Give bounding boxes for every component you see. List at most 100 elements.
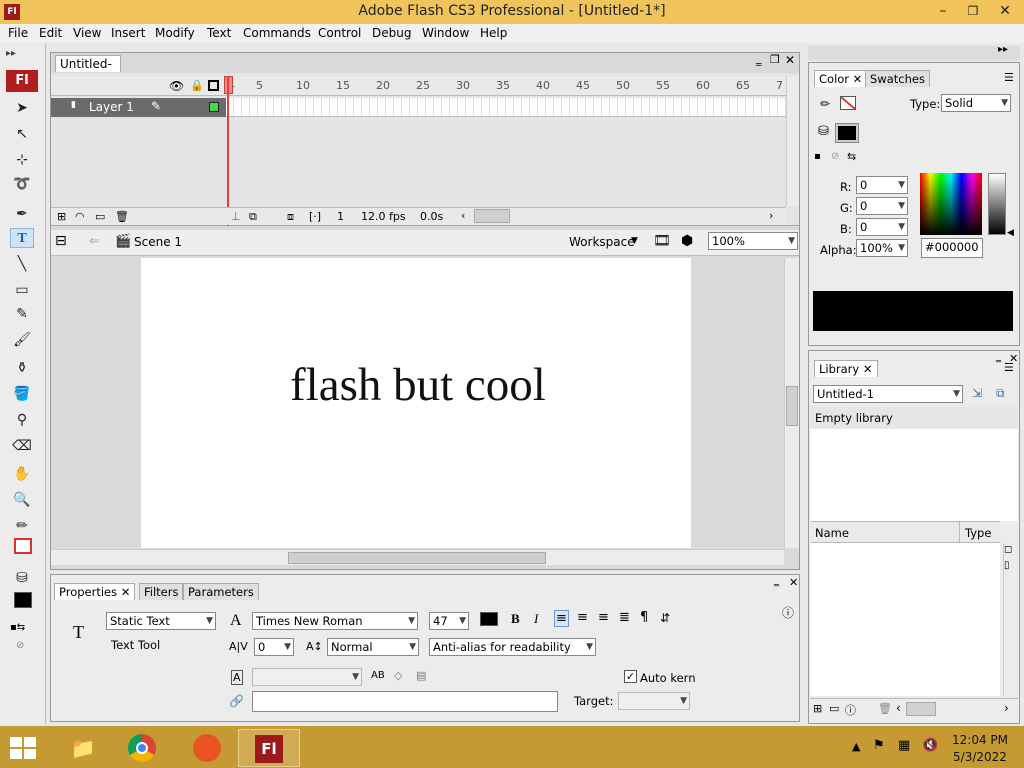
menu-file[interactable]: File <box>8 26 28 40</box>
stage-text-field[interactable]: flash but cool <box>290 358 546 412</box>
lib-scroll-left-icon[interactable]: ‹ <box>896 701 901 715</box>
doc-restore-icon[interactable]: ❐ <box>770 53 780 66</box>
paint-bucket-tool-icon[interactable]: 🪣 <box>10 384 34 404</box>
red-input[interactable]: 0 ▼ <box>856 176 908 194</box>
lock-icon[interactable]: 🔒 <box>190 79 204 92</box>
italic-button[interactable]: I <box>534 611 538 627</box>
close-button[interactable]: ✕ <box>990 0 1020 22</box>
document-tab[interactable]: Untitled-1* <box>55 55 121 87</box>
align-center-button[interactable]: ≡ <box>577 610 588 625</box>
frames-row[interactable] <box>226 98 786 117</box>
props-minimize-icon[interactable]: ‗ <box>774 576 779 587</box>
delete-icon[interactable]: 🗑 <box>878 702 892 715</box>
menu-commands[interactable]: Commands <box>243 26 311 40</box>
timeline-toggle-icon[interactable]: ⊟ <box>55 233 67 249</box>
free-transform-tool-icon[interactable]: ⊹ <box>10 150 34 170</box>
properties-icon[interactable]: ⓘ <box>845 702 856 718</box>
font-size-input[interactable]: 47 ▼ <box>429 612 469 630</box>
target-select[interactable]: ▼ <box>618 692 690 710</box>
name-column[interactable]: Name <box>815 526 849 540</box>
layer-name[interactable]: Layer 1 <box>89 100 134 114</box>
narrow-view-icon[interactable]: ▯ <box>1004 560 1010 571</box>
color-type-select[interactable]: Solid ▼ <box>941 94 1011 112</box>
text-type-select[interactable]: Static Text ▼ <box>106 612 216 630</box>
menu-help[interactable]: Help <box>480 26 507 40</box>
lib-hscroll-thumb[interactable] <box>906 702 936 716</box>
align-left-button[interactable]: ≡ <box>554 610 569 627</box>
layer-row[interactable]: ▮ Layer 1 ✎ <box>51 98 226 117</box>
props-close-icon[interactable]: ✕ <box>789 576 798 589</box>
add-layer-icon[interactable]: ⊞ <box>57 210 66 223</box>
brightness-arrow-icon[interactable]: ◀ <box>1007 228 1014 238</box>
dock-collapse-icon[interactable]: ▸▸ <box>998 44 1008 55</box>
url-input[interactable] <box>252 691 558 712</box>
border-icon[interactable]: ▤ <box>416 669 426 682</box>
text-tool-icon[interactable]: T <box>10 228 34 248</box>
layer-color-swatch[interactable] <box>209 102 219 112</box>
center-frame-icon[interactable]: ⊥ <box>231 210 241 223</box>
justify-button[interactable]: ≣ <box>619 610 630 625</box>
fill-color-bucket-icon[interactable]: ⛁ <box>10 568 34 588</box>
lasso-tool-icon[interactable]: ➰ <box>10 174 34 194</box>
stage-vscroll[interactable] <box>784 258 799 548</box>
chrome-icon[interactable] <box>112 729 174 767</box>
tab-swatches[interactable]: Swatches <box>865 70 930 87</box>
swap-colors-icon[interactable]: ⇆ <box>847 150 856 163</box>
zoom-select[interactable]: 100% ▼ <box>708 232 798 250</box>
toolbar-grip-icon[interactable]: ▸▸ <box>6 48 16 59</box>
clock-date[interactable]: 5/3/2022 <box>940 750 1020 764</box>
stage-vscroll-thumb[interactable] <box>786 386 798 426</box>
menu-text[interactable]: Text <box>207 26 231 40</box>
outline-icon[interactable] <box>208 80 219 91</box>
add-guide-icon[interactable]: ◠ <box>75 210 85 223</box>
stage-hscroll[interactable] <box>51 549 784 565</box>
letter-spacing-input[interactable]: 0 ▼ <box>254 638 294 656</box>
paragraph-icon[interactable]: ¶ <box>640 610 648 625</box>
stroke-color-pencil-icon[interactable]: ✏ <box>10 516 34 536</box>
pencil-tool-icon[interactable]: ✎ <box>10 304 34 324</box>
selection-tool-icon[interactable]: ➤ <box>10 98 34 118</box>
instance-select[interactable]: ▼ <box>252 668 362 686</box>
workspace-menu[interactable]: Workspace <box>569 235 635 249</box>
new-folder-icon[interactable]: ▭ <box>829 702 839 715</box>
file-explorer-icon[interactable]: 📁 <box>52 729 114 767</box>
lib-minimize-icon[interactable]: ‗ <box>996 352 1001 363</box>
onion-skin-icon[interactable]: ⧉ <box>249 210 257 224</box>
swap-colors-icon[interactable]: ▪⇆ <box>10 622 25 633</box>
type-column[interactable]: Type <box>965 526 991 540</box>
rectangle-tool-icon[interactable]: ▭ <box>10 280 34 300</box>
font-family-select[interactable]: Times New Roman ▼ <box>252 612 418 630</box>
workspace-dropdown-icon[interactable]: ▼ <box>631 236 638 246</box>
minimize-button[interactable]: – <box>928 0 958 22</box>
edit-scene-icon[interactable]: 🎞 <box>653 233 671 249</box>
line-tool-icon[interactable]: ╲ <box>10 254 34 274</box>
library-list[interactable] <box>810 543 1000 696</box>
zoom-tool-icon[interactable]: 🔍 <box>10 490 34 510</box>
bold-button[interactable]: B <box>511 611 520 627</box>
tab-parameters[interactable]: Parameters <box>183 583 259 600</box>
volume-icon[interactable]: 🔇 <box>922 738 938 753</box>
menu-view[interactable]: View <box>73 26 101 40</box>
html-icon[interactable]: ◇ <box>394 669 402 682</box>
library-menu-icon[interactable]: ☰ <box>1004 361 1014 374</box>
pen-tool-icon[interactable]: ✒ <box>10 204 34 224</box>
menu-edit[interactable]: Edit <box>39 26 62 40</box>
auto-kern-checkbox[interactable]: ✓ <box>624 670 637 683</box>
fill-color-swatch[interactable] <box>14 592 32 608</box>
menu-window[interactable]: Window <box>422 26 469 40</box>
baseline-select[interactable]: Normal ▼ <box>327 638 419 656</box>
restore-button[interactable]: ❐ <box>958 0 988 22</box>
edit-symbols-icon[interactable]: ⬢ <box>681 233 693 249</box>
back-arrow-icon[interactable]: ⇐ <box>89 234 100 249</box>
windows-start-icon[interactable] <box>10 737 38 761</box>
clock-time[interactable]: 12:04 PM <box>940 733 1020 747</box>
help-icon[interactable]: ⓘ <box>782 604 794 621</box>
tray-chevron-icon[interactable]: ▲ <box>852 740 860 753</box>
edit-multiple-icon[interactable]: ⧈ <box>287 210 294 224</box>
timeline-vscroll[interactable] <box>786 76 799 206</box>
doc-close-icon[interactable]: ✕ <box>785 53 795 67</box>
menu-control[interactable]: Control <box>318 26 361 40</box>
green-input[interactable]: 0 ▼ <box>856 197 908 215</box>
stroke-none-swatch[interactable] <box>840 96 856 110</box>
blue-input[interactable]: 0 ▼ <box>856 218 908 236</box>
